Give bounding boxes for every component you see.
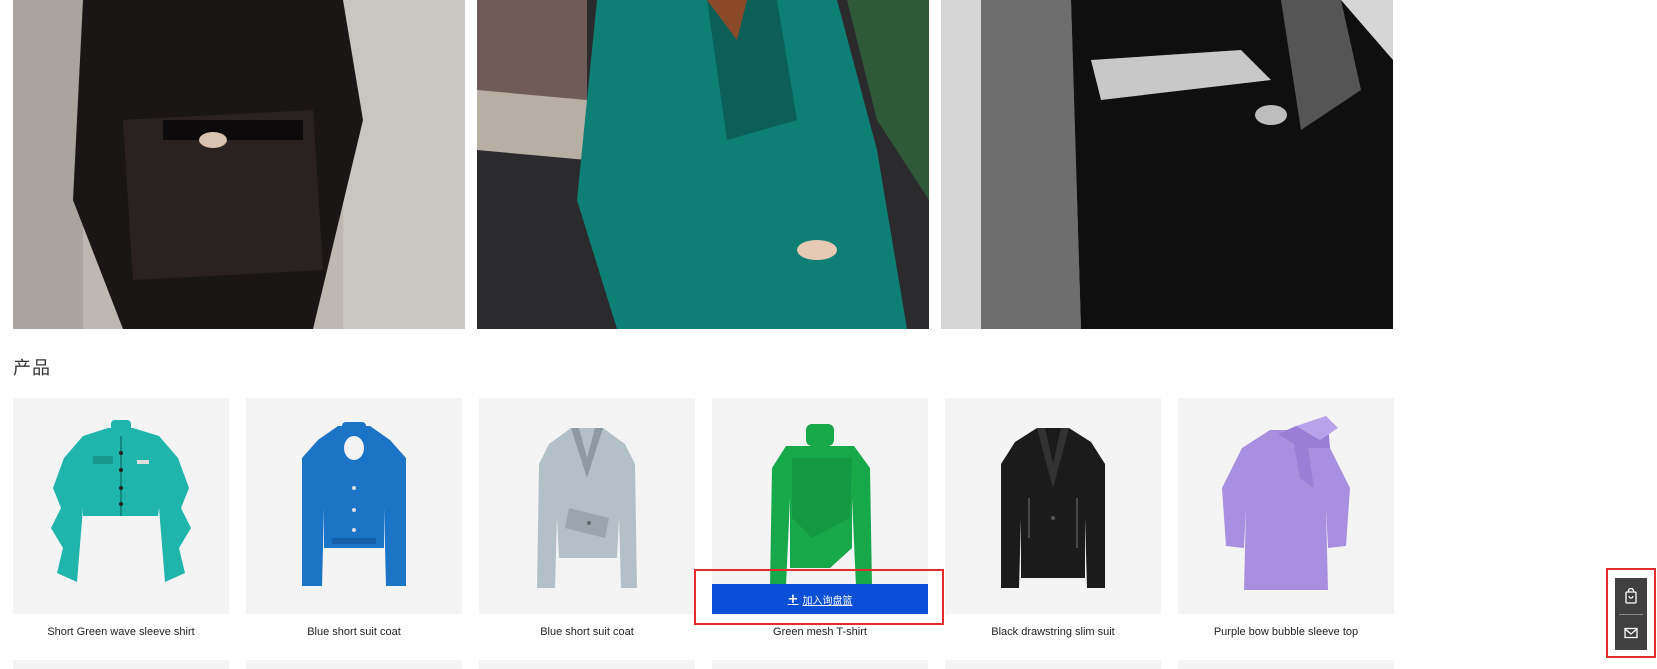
product-card[interactable]: Black drawstring slim suit (945, 398, 1161, 638)
product-image[interactable]: + 加入询盘篮 (712, 398, 928, 614)
product-card-partial (479, 660, 695, 669)
product-card-partial (712, 660, 928, 669)
floating-side-panel (1606, 568, 1656, 658)
side-toolbar (1615, 578, 1647, 650)
product-card[interactable]: Purple bow bubble sleeve top (1178, 398, 1394, 638)
hero-image-black-outfit[interactable] (13, 0, 465, 329)
product-card-partial (945, 660, 1161, 669)
product-name[interactable]: Blue short suit coat (246, 626, 462, 638)
product-card-partial (1178, 660, 1394, 669)
product-card-partial (246, 660, 462, 669)
product-card[interactable]: + 加入询盘篮 Green mesh T-shirt (712, 398, 928, 638)
product-image[interactable] (246, 398, 462, 614)
product-name[interactable]: Green mesh T-shirt (712, 626, 928, 638)
inquiry-basket-button[interactable] (1615, 578, 1647, 613)
product-card[interactable]: Blue short suit coat (479, 398, 695, 638)
product-image[interactable] (13, 398, 229, 614)
product-card-partial (13, 660, 229, 669)
product-card[interactable]: Blue short suit coat (246, 398, 462, 638)
product-image[interactable] (1178, 398, 1394, 614)
product-image[interactable] (479, 398, 695, 614)
hero-image-teal-suit[interactable] (477, 0, 929, 329)
section-title: 产品 (13, 358, 51, 379)
product-name[interactable]: Blue short suit coat (479, 626, 695, 638)
add-to-inquiry-button[interactable]: + 加入询盘篮 (712, 584, 928, 614)
shopping-bag-icon (1625, 587, 1637, 604)
product-card[interactable]: Short Green wave sleeve shirt (13, 398, 229, 638)
plus-icon: + (787, 591, 799, 607)
mail-icon (1624, 627, 1638, 638)
product-name[interactable]: Black drawstring slim suit (945, 626, 1161, 638)
add-to-inquiry-label: 加入询盘篮 (802, 595, 853, 607)
product-name[interactable]: Short Green wave sleeve shirt (13, 626, 229, 638)
product-name[interactable]: Purple bow bubble sleeve top (1178, 626, 1394, 638)
hero-image-tweed-jacket[interactable] (941, 0, 1393, 329)
message-button[interactable] (1615, 615, 1647, 650)
product-image[interactable] (945, 398, 1161, 614)
